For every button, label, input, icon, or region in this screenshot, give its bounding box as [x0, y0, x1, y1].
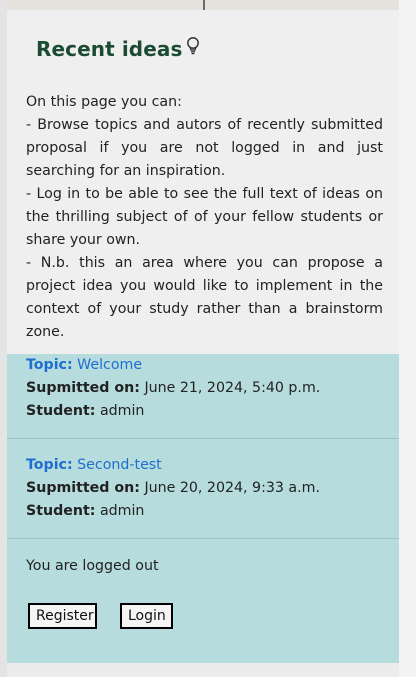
topic-link[interactable]: Second-test	[77, 457, 162, 473]
student-value: admin	[99, 403, 145, 419]
recent-ideas-list: Topic: Welcome Supmitted on: June 21, 20…	[7, 354, 399, 663]
submitted-value: June 20, 2024, 9:33 a.m.	[144, 480, 320, 496]
student-label: Student:	[26, 503, 96, 519]
idea-post: Topic: Welcome Supmitted on: June 21, 20…	[7, 354, 399, 439]
submitted-line: Supmitted on: June 20, 2024, 9:33 a.m.	[26, 480, 320, 496]
intro-text: On this page you can: - Browse topics an…	[26, 91, 383, 344]
idea-post: Topic: Second-test Supmitted on: June 20…	[7, 454, 399, 539]
register-button[interactable]: Register	[28, 603, 97, 629]
student-label: Student:	[26, 403, 96, 419]
topic-link[interactable]: Welcome	[77, 357, 142, 373]
top-nav-strip	[7, 0, 399, 10]
scrollbar-track[interactable]	[398, 0, 416, 677]
intro-line: - Browse topics and autors of recently s…	[26, 117, 383, 179]
lightbulb-icon	[187, 37, 200, 55]
intro-line: - Log in to be able to see the full text…	[26, 186, 383, 248]
page-title: Recent ideas	[36, 37, 183, 61]
submitted-line: Supmitted on: June 21, 2024, 5:40 p.m.	[26, 380, 320, 396]
intro-line: On this page you can:	[26, 94, 182, 110]
intro-line: - N.b. this an area where you can propos…	[26, 255, 383, 340]
submitted-value: June 21, 2024, 5:40 p.m.	[144, 380, 321, 396]
nav-divider	[203, 0, 205, 10]
topic-line: Topic: Second-test	[26, 457, 162, 473]
topic-label: Topic:	[26, 357, 73, 373]
topic-label: Topic:	[26, 457, 73, 473]
submitted-label: Supmitted on:	[26, 380, 140, 396]
student-line: Student: admin	[26, 503, 144, 519]
submitted-label: Supmitted on:	[26, 480, 140, 496]
student-line: Student: admin	[26, 403, 144, 419]
footer-band	[7, 663, 399, 677]
student-value: admin	[99, 503, 145, 519]
auth-status: You are logged out	[26, 558, 159, 574]
login-button[interactable]: Login	[120, 603, 173, 629]
topic-line: Topic: Welcome	[26, 357, 142, 373]
page-header: Recent ideas	[36, 37, 201, 61]
